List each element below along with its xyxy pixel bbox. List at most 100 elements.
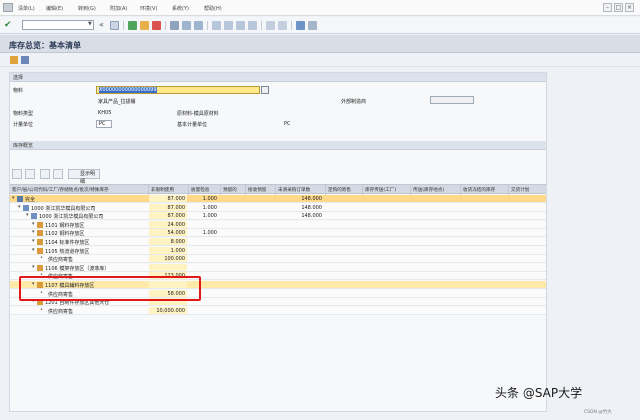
col-consignment-ordered[interactable]: 定购的寄售 — [328, 187, 351, 193]
quality-value: 1.000 — [202, 230, 217, 237]
toolbar-separator — [123, 21, 124, 30]
col-hierarchy[interactable]: 客户/层/公司代码/工厂/存储地点/批次/特殊库存 — [12, 187, 109, 193]
enter-check-icon[interactable]: ✔ — [4, 20, 14, 30]
search-help-icon[interactable] — [261, 86, 269, 94]
print-list-icon[interactable] — [40, 169, 50, 179]
col-transfer-plant[interactable]: 库存传送(工厂) — [365, 187, 396, 193]
col-reserved[interactable]: 预留的 — [223, 187, 237, 193]
storage-location-icon — [37, 239, 43, 245]
col-open-po[interactable]: 未清采购订单数 — [278, 187, 310, 193]
material-type-value: KH05 — [98, 110, 112, 116]
unit-field[interactable]: PC — [96, 120, 112, 128]
table-row[interactable]: ▾ 1104 标准件存放区 8.000 — [10, 238, 546, 246]
org-unit-icon — [23, 204, 29, 211]
application-toolbar — [0, 53, 640, 67]
storage-location-icon — [37, 247, 43, 254]
material-type-label: 物料类型 — [13, 111, 34, 117]
first-page-icon[interactable] — [212, 21, 221, 30]
overview-group-title: 库存概览 — [13, 143, 34, 149]
col-delivery-schedule[interactable]: 交货计划 — [511, 187, 529, 193]
help-icon[interactable] — [296, 21, 305, 30]
external-manufacturer-field[interactable] — [430, 96, 474, 104]
minimize-icon[interactable]: – — [603, 3, 612, 12]
row-label: 1106 模架存放区（波菲库） — [45, 265, 110, 272]
sort-icon[interactable] — [25, 169, 35, 179]
new-session-icon[interactable] — [266, 21, 275, 30]
expand-node-icon[interactable]: ▾ — [32, 264, 35, 270]
unrestricted-value: 54.000 — [167, 230, 186, 237]
new-selection-icon[interactable] — [10, 56, 18, 64]
table-row[interactable]: ▾ 1105 热流道存放区 1.000 — [10, 246, 546, 255]
table-row[interactable]: • 供应商寄售 10,000.000 — [10, 306, 546, 315]
find-icon[interactable] — [182, 21, 191, 30]
leaf-bullet-icon: • — [40, 306, 43, 313]
storage-location-icon — [37, 221, 43, 228]
expand-node-icon[interactable]: ▾ — [18, 204, 21, 210]
page-title: 库存总览：基本清单 — [9, 41, 81, 50]
col-gr-blocked[interactable]: 收货冻结的库存 — [463, 187, 495, 193]
show-details-button[interactable]: 显示明细 — [68, 169, 100, 185]
table-row[interactable]: ▾ 1106 模架存放区（波菲库） — [10, 263, 546, 272]
col-quality[interactable]: 质量检验 — [191, 187, 209, 193]
expand-node-icon[interactable]: ▾ — [12, 195, 15, 201]
material-field[interactable]: X00000000000000099 — [96, 86, 260, 94]
previous-page-icon[interactable] — [224, 21, 233, 30]
exit-icon[interactable] — [140, 21, 149, 30]
unrestricted-value: 1.000 — [170, 247, 185, 254]
expand-node-icon[interactable]: ▾ — [32, 221, 35, 227]
row-label: 1000 浙江凯华模具有限公司 — [39, 214, 104, 221]
menu-extras[interactable]: 附加(A) — [110, 5, 127, 12]
col-unrestricted[interactable]: 非限制使用 — [151, 187, 174, 193]
back-icon[interactable] — [128, 21, 137, 30]
menu-list[interactable]: 清单(L) — [18, 5, 35, 12]
expand-node-icon[interactable]: ▾ — [32, 238, 35, 244]
menu-edit[interactable]: 编辑(E) — [46, 5, 63, 12]
collapse-chevron-icon[interactable]: « — [99, 20, 104, 30]
filter-icon[interactable] — [12, 169, 22, 179]
command-field[interactable] — [22, 20, 94, 30]
cancel-icon[interactable] — [152, 21, 161, 30]
table-row[interactable]: ▾ 1102 铜料存放区 54.000 1.000 — [10, 229, 546, 238]
base-unit-value: PC — [284, 121, 291, 127]
sap-menu-icon[interactable] — [3, 3, 13, 12]
row-label: 1102 铜料存放区 — [45, 231, 85, 238]
last-page-icon[interactable] — [248, 21, 257, 30]
expand-node-icon[interactable]: ▾ — [26, 212, 29, 218]
table-row[interactable]: ▾ 1000 浙江凯华模具有限公司 87.000 1.000 148.000 — [10, 203, 546, 212]
export-icon[interactable] — [53, 169, 63, 179]
material-type-description: 原材料-模具原材料 — [177, 111, 219, 117]
expand-node-icon[interactable]: ▾ — [32, 229, 35, 235]
next-page-icon[interactable] — [236, 21, 245, 30]
toolbar-separator — [261, 21, 262, 30]
row-label: 1000 浙江凯华模具有限公司 — [31, 205, 96, 212]
col-receipt-reserved[interactable]: 接收预留 — [248, 187, 266, 193]
menu-system[interactable]: 系统(Y) — [172, 5, 189, 12]
unrestricted-value: 100.000 — [164, 256, 185, 263]
open-po-value: 148.000 — [301, 196, 322, 202]
table-row[interactable]: ▾ 1000 浙江凯华模具有限公司 87.000 1.000 148.000 — [10, 212, 546, 221]
leaf-bullet-icon: • — [40, 255, 43, 262]
menu-environment[interactable]: 环境(V) — [140, 5, 157, 12]
table-row[interactable]: ▾ 完全 87.000 1.000 148.000 — [10, 195, 546, 203]
expand-node-icon[interactable]: ▾ — [32, 247, 35, 253]
grid-header: 客户/层/公司代码/工厂/存储地点/批次/特殊库存 非限制使用 质量检验 预留的… — [10, 184, 546, 195]
print-icon[interactable] — [170, 21, 179, 30]
unrestricted-value: 24.000 — [167, 221, 186, 228]
org-unit-icon — [17, 196, 23, 202]
unit-label: 计量单位 — [13, 122, 34, 128]
menu-help[interactable]: 帮助(H) — [204, 5, 222, 12]
unrestricted-value: 8.000 — [170, 239, 185, 245]
maximize-icon[interactable]: □ — [614, 3, 623, 12]
table-row[interactable]: ▾ 1101 钢料存放区 24.000 — [10, 220, 546, 229]
save-icon[interactable] — [110, 21, 119, 30]
table-row[interactable]: • 供应商寄售 100.000 — [10, 255, 546, 264]
command-dropdown-icon[interactable]: ▼ — [88, 21, 92, 27]
menu-goto[interactable]: 转到(G) — [78, 5, 96, 12]
refresh-icon[interactable] — [21, 56, 29, 64]
shortcut-icon[interactable] — [278, 21, 287, 30]
col-transfer-sloc[interactable]: 传送(库存地点) — [413, 187, 444, 193]
layout-icon[interactable] — [308, 21, 317, 30]
find-next-icon[interactable] — [194, 21, 203, 30]
close-icon[interactable]: × — [625, 3, 634, 12]
selection-group-title: 选择 — [13, 75, 24, 81]
